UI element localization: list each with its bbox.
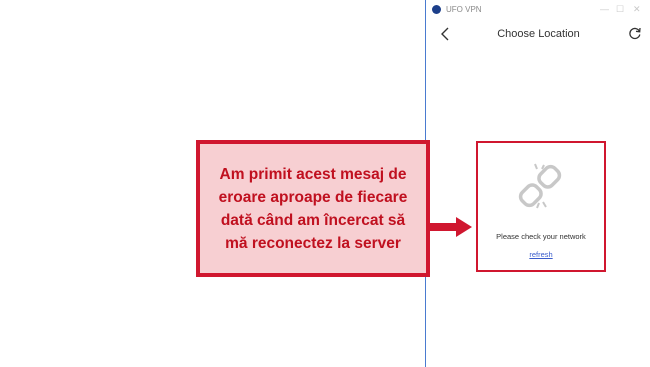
- callout-text: Am primit acest mesaj de eroare aproape …: [218, 165, 408, 252]
- error-panel: Please check your network refresh: [476, 141, 606, 272]
- back-chevron-icon[interactable]: [437, 24, 453, 44]
- minimize-button[interactable]: —: [600, 3, 609, 15]
- app-window: UFO VPN — ☐ ✕ Choose Location Please che…: [425, 0, 650, 367]
- maximize-button[interactable]: ☐: [616, 3, 624, 15]
- titlebar: UFO VPN — ☐ ✕: [426, 0, 650, 20]
- app-title: UFO VPN: [446, 5, 482, 14]
- error-message: Please check your network: [496, 232, 586, 241]
- annotation-callout: Am primit acest mesaj de eroare aproape …: [196, 140, 430, 277]
- page-title: Choose Location: [497, 28, 580, 40]
- broken-link-icon: [518, 163, 562, 209]
- close-button[interactable]: ✕: [633, 3, 641, 15]
- refresh-icon[interactable]: [628, 26, 642, 40]
- ufo-logo-icon: [432, 5, 441, 14]
- refresh-link[interactable]: refresh: [478, 250, 604, 259]
- arrow-right-icon: [430, 217, 472, 237]
